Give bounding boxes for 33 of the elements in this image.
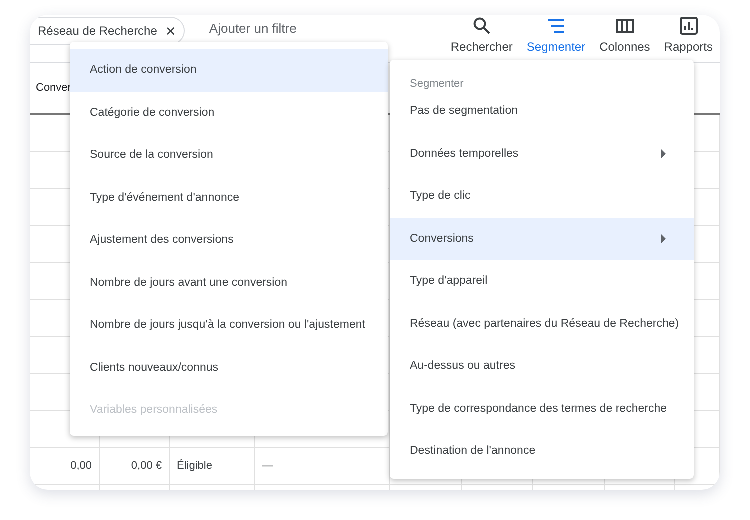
- toolbar-button[interactable]: Rapports: [657, 17, 720, 54]
- menu-heading: Segmenter: [409, 77, 465, 90]
- table-cell: —: [262, 460, 273, 472]
- menu-item[interactable]: Pas de segmentation: [390, 90, 694, 132]
- menu-item[interactable]: Destination de l'annonce: [390, 430, 694, 472]
- menu-item[interactable]: Conversions: [390, 218, 694, 260]
- table-cell: 0,00: [70, 460, 92, 472]
- toolbar-button[interactable]: Rechercher: [444, 17, 520, 54]
- chart-icon: [680, 17, 698, 35]
- search-icon: [472, 17, 491, 35]
- menu-item[interactable]: Type d'appareil: [390, 260, 694, 302]
- filter-chip-label: Réseau de Recherche: [38, 24, 158, 38]
- menu-item[interactable]: Catégorie de conversion: [70, 92, 388, 134]
- table-cell: Éligible: [177, 460, 212, 472]
- menu-item[interactable]: Nombre de jours jusqu'à la conversion ou l'ajustement: [70, 304, 388, 346]
- menu-item[interactable]: Clients nouveaux/connus: [70, 346, 388, 389]
- menu-item[interactable]: Type de correspondance des termes de recherche: [390, 388, 694, 430]
- menu-item[interactable]: Action de conversion: [70, 49, 388, 92]
- toolbar-button[interactable]: Colonnes: [592, 17, 658, 54]
- segment-icon: [547, 17, 566, 35]
- menu-item[interactable]: Ajustement des conversions: [70, 219, 388, 262]
- menu-item[interactable]: Données temporelles: [390, 132, 694, 175]
- menu-item[interactable]: Source de la conversion: [70, 134, 388, 176]
- menu-item[interactable]: Réseau (avec partenaires du Réseau de Recherche): [390, 302, 694, 345]
- toolbar-button[interactable]: Segmenter: [520, 17, 593, 54]
- columns-icon: [616, 17, 634, 35]
- menu-item[interactable]: Nombre de jours avant une conversion: [70, 262, 388, 304]
- menu-item[interactable]: Type de clic: [390, 175, 694, 218]
- menu-item[interactable]: Au-dessus ou autres: [390, 345, 694, 388]
- menu-item[interactable]: Type d'événement d'annonce: [70, 176, 388, 219]
- column-header: Conver: [36, 82, 72, 94]
- table-cell: 0,00 €: [131, 460, 162, 472]
- close-button[interactable]: ✕: [165, 24, 176, 38]
